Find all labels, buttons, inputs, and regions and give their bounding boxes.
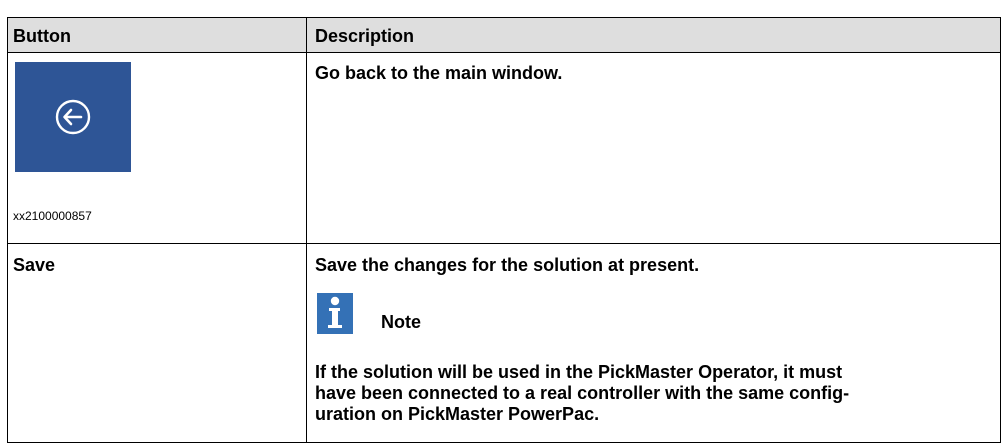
image-caption: xx2100000857 bbox=[13, 209, 92, 223]
back-description-text: Go back to the main window. bbox=[315, 63, 563, 83]
button-description-table: Button Description xx2100000857 Go back … bbox=[7, 17, 1001, 443]
note-line: If the solution will be used in the Pick… bbox=[315, 362, 843, 382]
header-cell-description: Description bbox=[307, 18, 1000, 52]
table-header-row: Button Description bbox=[8, 18, 1000, 53]
save-description-cell: Save the changes for the solution at pre… bbox=[307, 244, 1000, 442]
back-description-cell: Go back to the main window. bbox=[307, 53, 1000, 243]
header-description-label: Description bbox=[315, 26, 415, 46]
table-row-back: xx2100000857 Go back to the main window. bbox=[8, 53, 1000, 244]
info-icon bbox=[317, 293, 353, 334]
save-description-text: Save the changes for the solution at pre… bbox=[315, 255, 700, 275]
table-row-save: Save Save the changes for the solution a… bbox=[8, 244, 1000, 442]
back-button-image bbox=[15, 62, 131, 172]
header-button-label: Button bbox=[13, 26, 71, 46]
header-cell-button: Button bbox=[8, 18, 306, 52]
note-title: Note bbox=[381, 312, 421, 332]
note-line: have been connected to a real controller… bbox=[315, 383, 850, 403]
note-body: If the solution will be used in the Pick… bbox=[315, 362, 995, 425]
back-button-cell: xx2100000857 bbox=[8, 53, 306, 243]
column-divider bbox=[306, 18, 307, 442]
save-button-cell: Save bbox=[8, 244, 306, 442]
back-arrow-circle-icon bbox=[55, 99, 91, 135]
note-line: uration on PickMaster PowerPac. bbox=[315, 404, 600, 424]
save-button-label: Save bbox=[13, 255, 56, 275]
